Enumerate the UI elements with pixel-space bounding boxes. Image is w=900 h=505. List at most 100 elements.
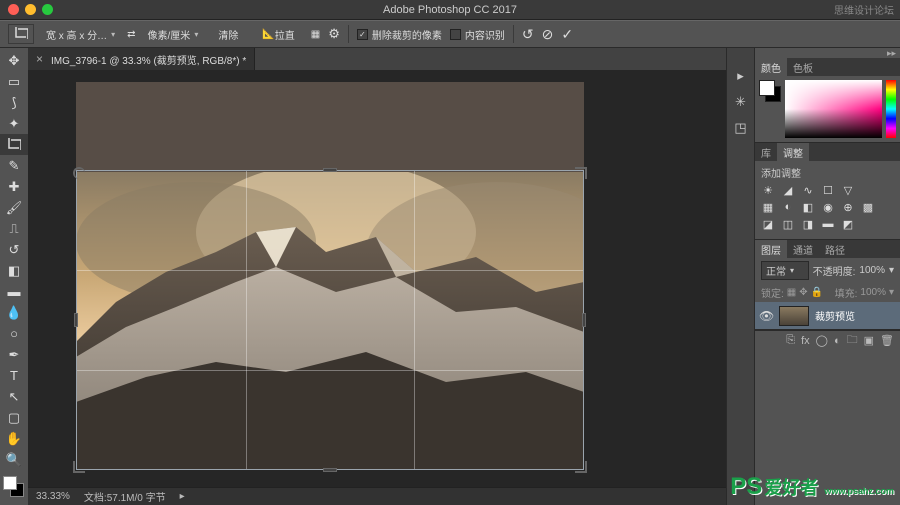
pen-tool[interactable]: ✒	[0, 344, 28, 365]
visibility-icon[interactable]: 👁	[759, 309, 773, 323]
close-tab-icon[interactable]: ×	[36, 52, 43, 66]
stamp-tool[interactable]: ⎍	[0, 218, 28, 239]
hue-sat-icon[interactable]: ▦	[761, 201, 775, 214]
layer-row[interactable]: 👁 裁剪预览	[755, 302, 900, 330]
dodge-tool[interactable]: ○	[0, 323, 28, 344]
swap-icon[interactable]: ⇄	[127, 29, 135, 40]
channel-mixer-icon[interactable]: ⊕	[841, 201, 855, 214]
zoom-tool[interactable]: 🔍	[0, 449, 28, 470]
clear-button[interactable]: 清除	[210, 25, 246, 43]
gradient-tool[interactable]: ▬	[0, 281, 28, 302]
crop-handle-left[interactable]	[74, 313, 78, 327]
invert-icon[interactable]: ◪	[761, 218, 775, 231]
wand-tool[interactable]: ✦	[0, 113, 28, 134]
threshold-icon[interactable]: ◨	[801, 218, 815, 231]
color-tab[interactable]: 颜色	[755, 58, 787, 76]
exposure-icon[interactable]: ☐	[821, 184, 835, 197]
foreground-color[interactable]	[3, 476, 17, 490]
straighten-button[interactable]: 📐 拉直	[254, 25, 302, 43]
commit-crop-icon[interactable]: ✓	[561, 26, 573, 43]
gear-icon[interactable]: ⚙	[328, 26, 340, 42]
collapse-panels-icon[interactable]: ▸▸	[755, 48, 900, 58]
foreground-swatch[interactable]	[759, 80, 775, 96]
color-balance-icon[interactable]: ◐	[781, 201, 795, 214]
brush-tool[interactable]: 🖌	[0, 197, 28, 218]
layers-tab[interactable]: 图层	[755, 240, 787, 258]
trash-icon[interactable]: 🗑	[880, 334, 894, 347]
history-icon[interactable]: ▸	[737, 68, 744, 84]
document-tab[interactable]: × IMG_3796-1 @ 33.3% (裁剪预览, RGB/8*) *	[28, 48, 255, 70]
blur-tool[interactable]: 💧	[0, 302, 28, 323]
vibrance-icon[interactable]: ▽	[841, 184, 855, 197]
group-icon[interactable]: 🗀	[847, 331, 858, 350]
hand-tool[interactable]: ✋	[0, 428, 28, 449]
libraries-tab[interactable]: 库	[755, 143, 777, 161]
crop-tool-icon[interactable]	[8, 24, 34, 44]
canvas-wrap[interactable]	[28, 70, 726, 487]
new-layer-icon[interactable]: ▣	[864, 334, 874, 347]
adjustments-tab[interactable]: 调整	[777, 143, 809, 161]
crop-tool[interactable]	[0, 134, 28, 155]
lasso-tool[interactable]: ⟆	[0, 92, 28, 113]
chevron-right-icon[interactable]: ▸	[180, 491, 185, 502]
levels-icon[interactable]: ◢	[781, 184, 795, 197]
marquee-tool[interactable]: ▭	[0, 71, 28, 92]
history-brush-tool[interactable]: ↺	[0, 239, 28, 260]
posterize-icon[interactable]: ◫	[781, 218, 795, 231]
crop-handle-right[interactable]	[582, 313, 586, 327]
fill-value[interactable]: 100%	[860, 287, 886, 298]
swatches-tab[interactable]: 色板	[787, 58, 819, 76]
resolution-unit-dropdown[interactable]: 像素/厘米 ▾	[144, 25, 203, 43]
layer-name[interactable]: 裁剪预览	[815, 308, 855, 323]
selective-color-icon[interactable]: ◩	[841, 218, 855, 231]
crop-box[interactable]	[76, 170, 584, 470]
paths-tab[interactable]: 路径	[819, 240, 851, 258]
reset-crop-icon[interactable]: ↺	[522, 26, 534, 43]
crop-handle-br[interactable]	[575, 461, 587, 473]
blendmode-dropdown[interactable]: 正常 ▾	[761, 261, 809, 280]
lookup-icon[interactable]: ▩	[861, 201, 875, 214]
photo-filter-icon[interactable]: ◉	[821, 201, 835, 214]
zoom-level[interactable]: 33.33%	[36, 491, 70, 502]
ratio-preset-dropdown[interactable]: 宽 x 高 x 分… ▾	[42, 25, 119, 43]
color-swatch-pair[interactable]	[759, 80, 781, 102]
chevron-down-icon[interactable]: ▾	[889, 287, 894, 298]
hue-slider[interactable]	[886, 80, 896, 138]
doc-size[interactable]: 文档:57.1M/0 字节	[84, 489, 166, 504]
brightness-icon[interactable]: ☀	[761, 184, 775, 197]
type-tool[interactable]: T	[0, 365, 28, 386]
gradient-map-icon[interactable]: ▬	[821, 218, 835, 231]
healing-tool[interactable]: ✚	[0, 176, 28, 197]
move-tool[interactable]: ✥	[0, 50, 28, 71]
fx-icon[interactable]: fx	[801, 335, 810, 347]
clone-source-icon[interactable]: ◳	[734, 120, 746, 136]
adjustment-layer-icon[interactable]: ◐	[834, 335, 841, 347]
brush-presets-icon[interactable]: ✳	[735, 94, 746, 110]
delete-cropped-checkbox[interactable]: ✓ 删除裁剪的像素	[357, 27, 442, 42]
bw-icon[interactable]: ◧	[801, 201, 815, 214]
eyedropper-tool[interactable]: ✎	[0, 155, 28, 176]
color-swatches[interactable]	[0, 474, 28, 504]
content-aware-checkbox[interactable]: 内容识别	[450, 27, 505, 42]
lock-all-icon[interactable]: 🔒	[811, 287, 823, 298]
crop-handle-bottom[interactable]	[323, 468, 337, 472]
crop-handle-bl[interactable]	[73, 461, 85, 473]
layer-thumbnail[interactable]	[779, 306, 809, 326]
crop-handle-top[interactable]	[323, 168, 337, 172]
cancel-crop-icon[interactable]: ⊘	[542, 26, 554, 43]
chevron-down-icon[interactable]: ▾	[889, 265, 894, 276]
channels-tab[interactable]: 通道	[787, 240, 819, 258]
opacity-value[interactable]: 100%	[859, 265, 885, 276]
color-field[interactable]	[785, 80, 882, 138]
path-select-tool[interactable]: ↖	[0, 386, 28, 407]
crop-handle-tl[interactable]	[73, 167, 85, 179]
lock-position-icon[interactable]: ✥	[799, 287, 807, 298]
mask-icon[interactable]: ◯	[816, 334, 828, 347]
curves-icon[interactable]: ∿	[801, 184, 815, 197]
lock-pixels-icon[interactable]: ▦	[787, 287, 796, 298]
shape-tool[interactable]: ▢	[0, 407, 28, 428]
crop-handle-tr[interactable]	[575, 167, 587, 179]
overlay-options-icon[interactable]: ▦	[311, 29, 320, 40]
eraser-tool[interactable]: ◧	[0, 260, 28, 281]
link-layers-icon[interactable]: ⎘	[786, 334, 795, 347]
